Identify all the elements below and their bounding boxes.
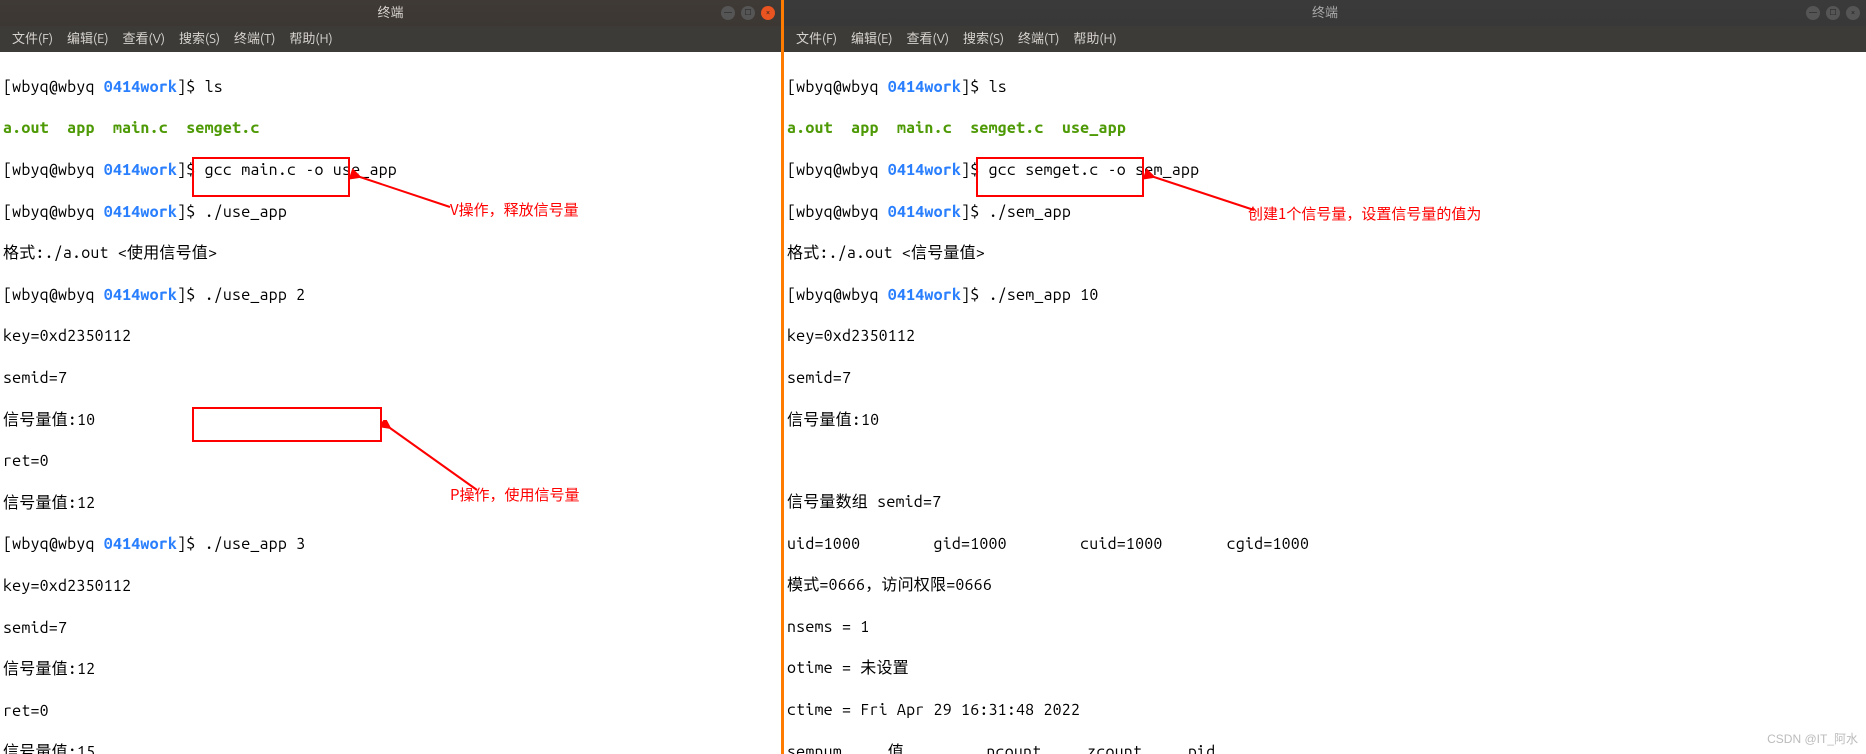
- titlebar-left: 终端 — ☐ ×: [0, 0, 781, 26]
- cmd-semapp: ./sem_app: [989, 203, 1071, 221]
- menu-edit[interactable]: 编辑(E): [845, 29, 898, 50]
- close-icon[interactable]: ×: [1846, 6, 1860, 20]
- menu-view[interactable]: 查看(V): [117, 29, 171, 50]
- prompt-user: wbyq@wbyq: [12, 78, 94, 96]
- out-semarray: 信号量数组 semid=7: [787, 492, 1863, 513]
- cmd-ls: ls: [989, 78, 1007, 96]
- cmd-semapp10: ./sem_app 10: [989, 286, 1099, 304]
- menubar-right: 文件(F) 编辑(E) 查看(V) 搜索(S) 终端(T) 帮助(H): [784, 26, 1866, 52]
- file-mainc: main.c: [113, 119, 168, 137]
- cmd-gcc: gcc semget.c -o sem_app: [989, 161, 1200, 179]
- menu-search[interactable]: 搜索(S): [957, 29, 1010, 50]
- menu-help[interactable]: 帮助(H): [283, 29, 338, 50]
- maximize-icon[interactable]: ☐: [741, 6, 755, 20]
- terminal-body-left[interactable]: [wbyq@wbyq 0414work]$ ls a.out app main.…: [0, 52, 781, 754]
- cmd-ls: ls: [205, 78, 223, 96]
- terminal-window-left: 终端 — ☐ × 文件(F) 编辑(E) 查看(V) 搜索(S) 终端(T) 帮…: [0, 0, 781, 754]
- maximize-icon[interactable]: ☐: [1826, 6, 1840, 20]
- output-usage: 格式:./a.out <使用信号值>: [3, 243, 778, 264]
- menu-file[interactable]: 文件(F): [790, 29, 843, 50]
- prompt-bracket: [: [3, 78, 12, 96]
- menubar-left: 文件(F) 编辑(E) 查看(V) 搜索(S) 终端(T) 帮助(H): [0, 26, 781, 52]
- out-table-header: semnum 值 ncount zcount pid: [787, 742, 1863, 754]
- menu-search[interactable]: 搜索(S): [173, 29, 226, 50]
- cmd-useapp3: ./use_app 3: [205, 535, 306, 553]
- cmd-useapp: ./use_app: [205, 203, 287, 221]
- out-ret: ret=0: [3, 451, 778, 472]
- file-aout: a.out: [3, 119, 49, 137]
- out-semid: semid=7: [3, 368, 778, 389]
- menu-help[interactable]: 帮助(H): [1067, 29, 1122, 50]
- out-semval2: 信号量值:12: [3, 493, 778, 514]
- file-app: app: [67, 119, 94, 137]
- menu-term[interactable]: 终端(T): [228, 29, 281, 50]
- output-usage: 格式:./a.out <信号量值>: [787, 243, 1863, 264]
- file-semgetc: semget.c: [186, 119, 259, 137]
- window-title: 终端: [377, 5, 403, 22]
- cmd-useapp2: ./use_app 2: [205, 286, 306, 304]
- out-semval: 信号量值:10: [3, 410, 778, 431]
- prompt-dir: 0414work: [104, 78, 177, 96]
- cmd-gcc: gcc main.c -o use_app: [205, 161, 397, 179]
- menu-view[interactable]: 查看(V): [901, 29, 955, 50]
- out-key: key=0xd2350112: [3, 326, 778, 347]
- terminal-body-right[interactable]: [wbyq@wbyq 0414work]$ ls a.out app main.…: [784, 52, 1866, 754]
- menu-edit[interactable]: 编辑(E): [61, 29, 114, 50]
- titlebar-right: 终端 — ☐ ×: [784, 0, 1866, 26]
- minimize-icon[interactable]: —: [721, 6, 735, 20]
- menu-term[interactable]: 终端(T): [1012, 29, 1065, 50]
- terminal-window-right: 终端 — ☐ × 文件(F) 编辑(E) 查看(V) 搜索(S) 终端(T) 帮…: [784, 0, 1866, 754]
- window-title: 终端: [1312, 5, 1338, 22]
- close-icon[interactable]: ×: [761, 6, 775, 20]
- minimize-icon[interactable]: —: [1806, 6, 1820, 20]
- menu-file[interactable]: 文件(F): [6, 29, 59, 50]
